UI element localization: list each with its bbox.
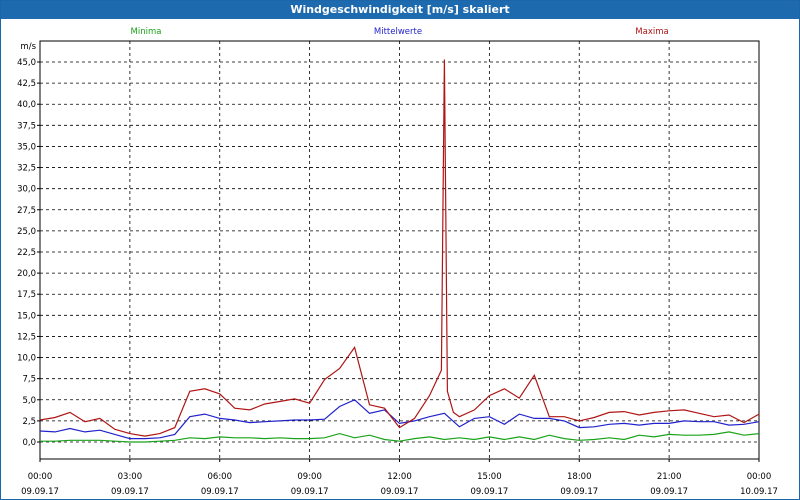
legend-mittelwerte: Mittelwerte <box>374 27 422 37</box>
x-tick-date: 09.09.17 <box>291 487 329 497</box>
y-tick-label: 40,0 <box>17 100 36 110</box>
y-tick-label: 30,0 <box>17 185 36 195</box>
wind-speed-chart: 0,0 2,5 5,0 7,5 10,0 12,5 15,0 17,5 20,0 22,5 25,0… <box>17 27 778 497</box>
y-tick-label: 22,5 <box>17 248 36 258</box>
y-tick-label: 5,0 <box>22 396 36 406</box>
x-tick-date: 10.09.17 <box>740 487 778 497</box>
x-tick-time: 18:00 <box>567 472 592 482</box>
y-tick-label: 32,5 <box>17 164 36 174</box>
x-tick-date: 09.09.17 <box>111 487 149 497</box>
chart-window: Windgeschwindigkeit [m/s] skaliert 0,0 2,… <box>0 0 800 500</box>
y-tick-label: 7,5 <box>22 375 36 385</box>
y-tick-label: 0,0 <box>22 438 36 448</box>
legend-minima: Minima <box>131 27 162 37</box>
y-tick-label: 37,5 <box>17 121 36 131</box>
x-tick-time: 00:00 <box>747 472 772 482</box>
y-tick-label: 45,0 <box>17 58 36 68</box>
x-tick-time: 21:00 <box>657 472 682 482</box>
x-tick-time: 06:00 <box>208 472 233 482</box>
y-axis-label: m/s <box>20 42 36 52</box>
x-tick-time: 09:00 <box>297 472 322 482</box>
y-tick-label: 27,5 <box>17 206 36 216</box>
x-tick-date: 09.09.17 <box>470 487 508 497</box>
y-tick-label: 10,0 <box>17 354 36 364</box>
x-tick-time: 00:00 <box>28 472 53 482</box>
y-tick-label: 20,0 <box>17 269 36 279</box>
y-tick-label: 42,5 <box>17 79 36 89</box>
legend-maxima: Maxima <box>635 27 668 37</box>
x-tick-date: 09.09.17 <box>650 487 688 497</box>
y-tick-label: 25,0 <box>17 227 36 237</box>
y-tick-label: 12,5 <box>17 332 36 342</box>
x-tick-date: 09.09.17 <box>201 487 239 497</box>
y-tick-label: 15,0 <box>17 311 36 321</box>
x-tick-date: 09.09.17 <box>21 487 59 497</box>
x-tick-date: 09.09.17 <box>560 487 598 497</box>
x-tick-time: 03:00 <box>118 472 143 482</box>
y-tick-label: 17,5 <box>17 290 36 300</box>
x-tick-date: 09.09.17 <box>381 487 419 497</box>
y-tick-label: 35,0 <box>17 142 36 152</box>
x-tick-time: 15:00 <box>477 472 502 482</box>
x-tick-time: 12:00 <box>387 472 412 482</box>
y-tick-label: 2,5 <box>22 417 36 427</box>
